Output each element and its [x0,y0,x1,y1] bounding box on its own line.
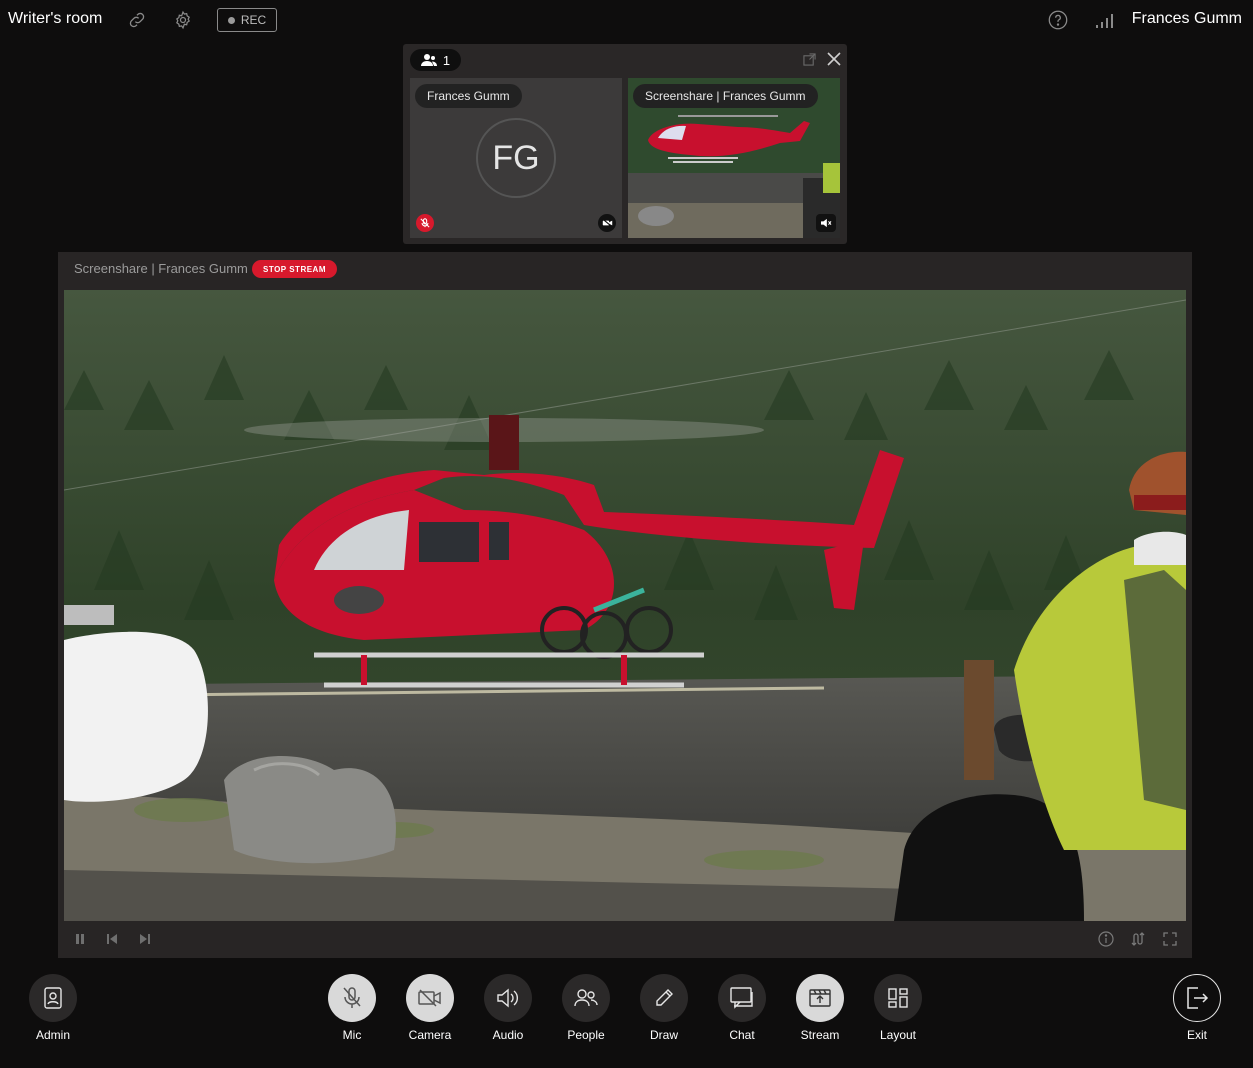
people-icon [562,974,610,1022]
pencil-icon [640,974,688,1022]
speaker-icon [484,974,532,1022]
stream-button[interactable]: Stream [785,974,855,1042]
exit-icon [1173,974,1221,1022]
popout-icon[interactable] [801,51,817,67]
user-name: Frances Gumm [1131,10,1242,27]
top-bar: Writer's room REC Frances Gumm [0,0,1253,42]
mic-button[interactable]: Mic [317,974,387,1042]
people-button[interactable]: People [551,974,621,1042]
stream-video[interactable] [64,290,1186,921]
mic-off-icon [328,974,376,1022]
people-icon [420,54,437,66]
room-title: Writer's room [8,10,103,27]
helicopter-video-frame [64,290,1186,921]
close-icon[interactable] [826,51,842,67]
next-icon[interactable] [136,930,154,948]
layout-button[interactable]: Layout [863,974,933,1042]
tile-label: Screenshare | Frances Gumm [633,84,818,108]
participants-panel: 1 Frances Gumm FG Screenshare | Frances … [403,44,847,244]
draw-button[interactable]: Draw [629,974,699,1042]
stream-label: Screenshare | Frances Gumm [74,261,248,276]
mic-muted-icon [416,214,434,232]
admin-icon [29,974,77,1022]
chat-button[interactable]: Chat [707,974,777,1042]
camera-off-icon [598,214,616,232]
exit-button[interactable]: Exit [1162,974,1232,1042]
camera-button[interactable]: Camera [395,974,465,1042]
gear-icon[interactable] [172,9,194,31]
stream-label-toolbar: Stream [800,1028,840,1042]
stream-panel: Screenshare | Frances Gumm STOP STREAM [58,252,1192,958]
participant-tile-screenshare[interactable]: Screenshare | Frances Gumm [628,78,840,238]
signal-strength-icon [1093,9,1115,31]
participant-count: 1 [442,52,451,68]
layout-label: Layout [879,1028,917,1042]
fullscreen-icon[interactable] [1161,930,1179,948]
draw-label: Draw [649,1028,678,1042]
link-icon[interactable] [126,9,148,31]
camera-label: Camera [408,1028,452,1042]
chat-icon [718,974,766,1022]
stream-icon [796,974,844,1022]
mic-label: Mic [342,1028,362,1042]
people-label: People [567,1028,605,1042]
speaker-muted-icon [816,214,836,232]
audio-button[interactable]: Audio [473,974,543,1042]
layout-grid-icon [874,974,922,1022]
pause-icon[interactable] [71,930,89,948]
participant-tile-frances[interactable]: Frances Gumm FG [410,78,622,238]
participant-count-badge[interactable]: 1 [410,49,461,71]
info-icon[interactable] [1097,930,1115,948]
rec-label: REC [240,13,267,27]
rec-dot-icon [227,16,235,24]
audio-label: Audio [492,1028,524,1042]
tile-label: Frances Gumm [415,84,522,108]
previous-icon[interactable] [103,930,121,948]
rec-button[interactable]: REC [217,8,277,32]
admin-label: Admin [35,1028,70,1042]
exit-label: Exit [1186,1028,1207,1042]
avatar: FG [476,118,556,198]
admin-button[interactable]: Admin [18,974,88,1042]
chat-label: Chat [729,1028,755,1042]
stop-stream-button[interactable]: STOP STREAM [252,260,337,278]
help-icon[interactable] [1047,9,1069,31]
camera-off-icon [406,974,454,1022]
sync-icon[interactable] [1129,930,1147,948]
